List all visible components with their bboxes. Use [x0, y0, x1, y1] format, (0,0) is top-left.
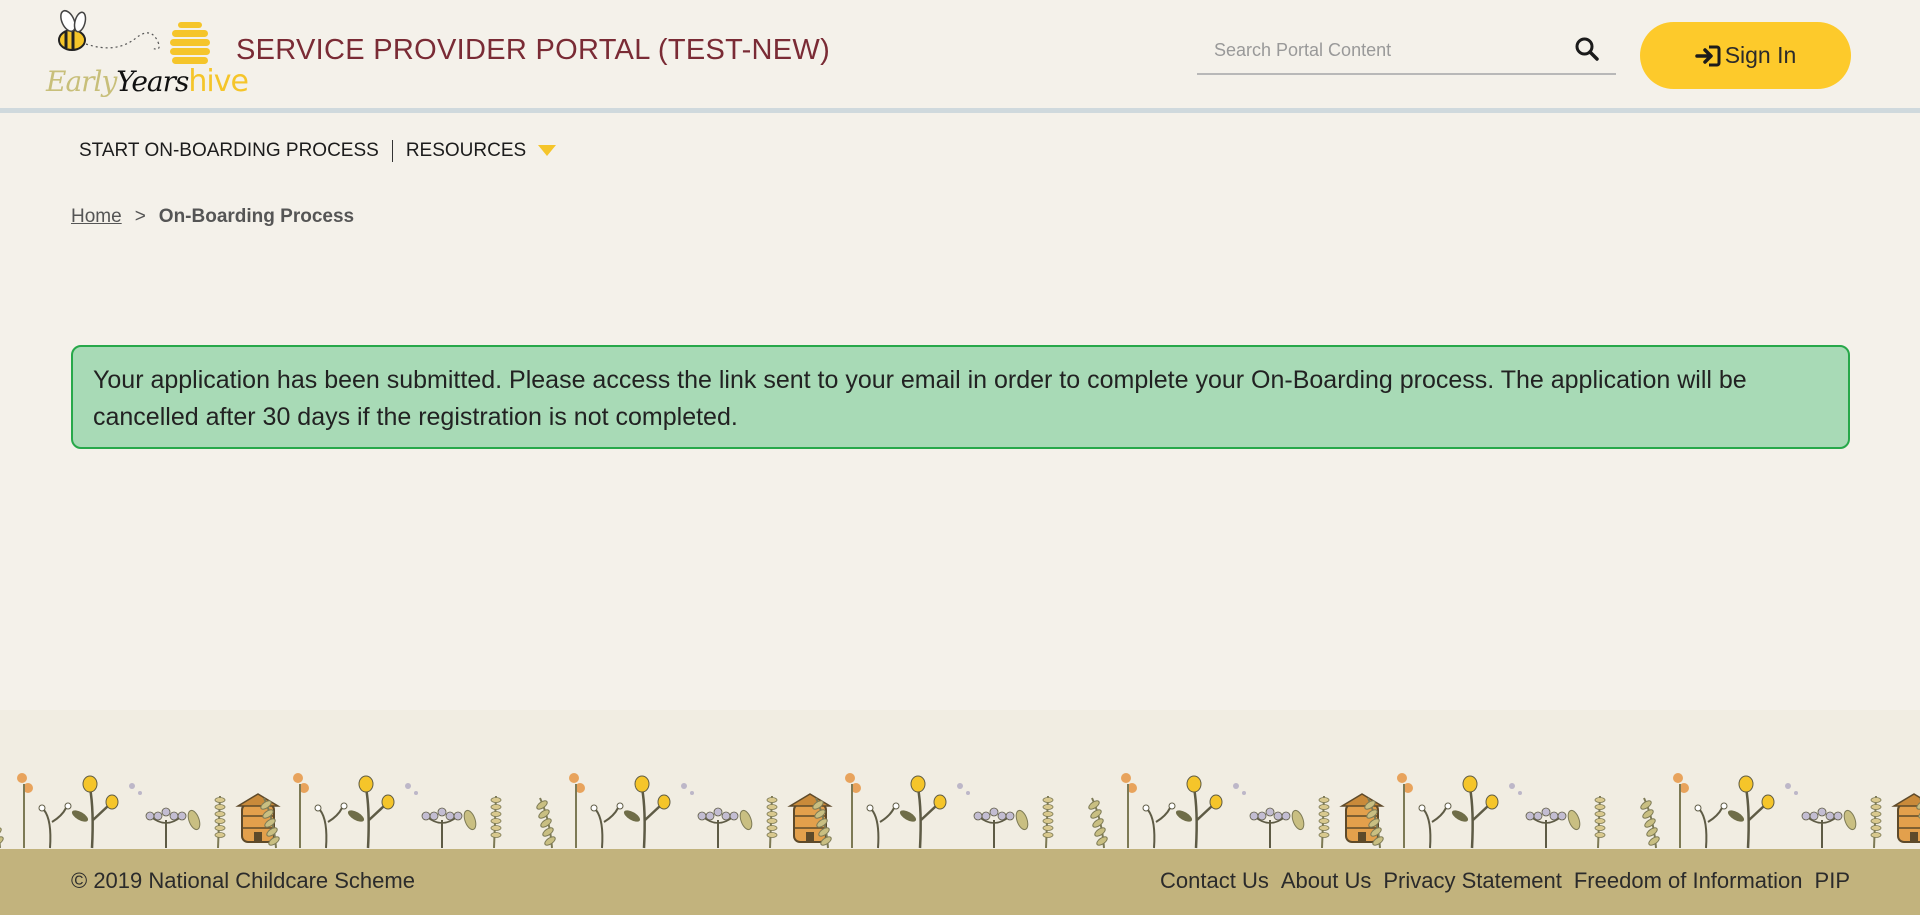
footer-link-privacy-statement[interactable]: Privacy Statement — [1383, 868, 1562, 894]
early-years-hive-logo[interactable]: EarlyYearshive — [46, 8, 249, 100]
bee-hive-logo-graphic — [58, 9, 210, 64]
search-icon[interactable] — [1574, 36, 1600, 62]
chevron-down-icon[interactable] — [538, 145, 557, 157]
logo-word-hive: hive — [188, 64, 249, 99]
flower-border-illustration — [0, 773, 1920, 849]
nav-item-start-onboarding[interactable]: START ON-BOARDING PROCESS — [79, 140, 379, 162]
footer-links: Contact Us About Us Privacy Statement Fr… — [1160, 868, 1850, 894]
logo-wordmark: EarlyYearshive — [46, 63, 249, 99]
search-input[interactable] — [1197, 28, 1567, 73]
breadcrumb-home-link[interactable]: Home — [71, 206, 122, 228]
success-alert: Your application has been submitted. Ple… — [71, 345, 1850, 449]
nav-item-resources[interactable]: RESOURCES — [406, 140, 526, 162]
footer-link-freedom-of-information[interactable]: Freedom of Information — [1574, 868, 1803, 894]
breadcrumb-current: On-Boarding Process — [158, 206, 355, 227]
breadcrumb-separator: > — [134, 206, 146, 227]
sign-in-button[interactable]: Sign In — [1640, 22, 1851, 89]
logo-word-years: Years — [116, 65, 189, 98]
site-footer: © 2019 National Childcare Scheme Contact… — [0, 849, 1920, 915]
sign-in-icon — [1694, 45, 1721, 66]
footer-link-pip[interactable]: PIP — [1815, 868, 1850, 894]
logo-word-early: Early — [46, 65, 117, 98]
site-title: SERVICE PROVIDER PORTAL (TEST-NEW) — [236, 34, 831, 66]
alert-message: Your application has been submitted. Ple… — [93, 366, 1747, 431]
main-nav: START ON-BOARDING PROCESS RESOURCES — [79, 140, 557, 162]
copyright-text: © 2019 National Childcare Scheme — [71, 868, 415, 893]
footer-link-contact-us[interactable]: Contact Us — [1160, 868, 1269, 894]
search-bar — [1197, 28, 1616, 75]
sign-in-label: Sign In — [1724, 42, 1797, 68]
nav-divider — [391, 140, 393, 162]
breadcrumb: Home > On-Boarding Process — [71, 206, 354, 228]
site-header: EarlyYearshive SERVICE PROVIDER PORTAL (… — [0, 0, 1920, 113]
footer-link-about-us[interactable]: About Us — [1281, 868, 1372, 894]
